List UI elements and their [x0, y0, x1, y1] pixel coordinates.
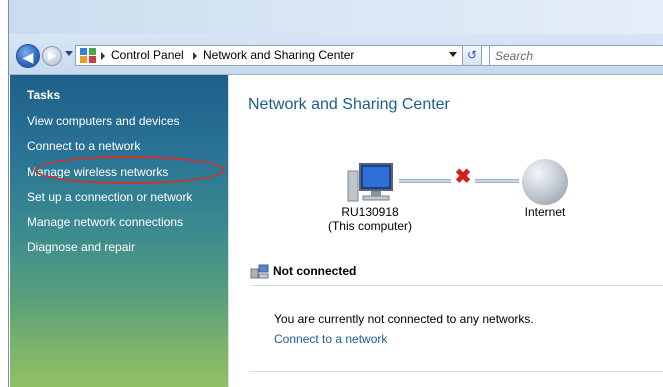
- task-manage-connections[interactable]: Manage network connections: [27, 215, 183, 229]
- breadcrumb-separator-icon[interactable]: [101, 52, 105, 60]
- section-divider: [250, 285, 663, 286]
- task-view-computers[interactable]: View computers and devices: [27, 114, 180, 128]
- network-sharing-window: ◀ ▶ Control Panel Network and Sharing Ce…: [8, 0, 663, 387]
- highlight-ellipse: [34, 156, 225, 184]
- task-setup-connection[interactable]: Set up a connection or network: [27, 190, 192, 204]
- computer-name-label: RU130918: [341, 205, 399, 219]
- back-arrow-icon[interactable]: ◀: [16, 44, 40, 68]
- tasks-pane: Tasks View computers and devices Connect…: [10, 75, 228, 387]
- globe-icon[interactable]: [522, 159, 568, 205]
- connection-status-text: You are currently not connected to any n…: [274, 312, 534, 326]
- control-panel-icon: [80, 48, 96, 63]
- main-content: Network and Sharing Center ✖ RU130918 (T…: [229, 75, 663, 387]
- search-input[interactable]: [495, 47, 655, 64]
- recent-pages-chevron-icon[interactable]: [65, 51, 73, 56]
- refresh-icon[interactable]: ↺: [462, 45, 482, 66]
- breadcrumb-network-sharing-center[interactable]: Network and Sharing Center: [203, 48, 354, 62]
- red-x-icon[interactable]: ✖: [453, 167, 473, 187]
- address-history-chevron-icon[interactable]: [449, 52, 457, 57]
- computer-note-label: (This computer): [327, 219, 413, 233]
- title-bar: [9, 0, 663, 34]
- task-connect-network[interactable]: Connect to a network: [27, 139, 140, 153]
- network-status-icon: [250, 264, 269, 279]
- navigation-bar: ◀ ▶ Control Panel Network and Sharing Ce…: [9, 34, 663, 75]
- breadcrumb-separator-icon[interactable]: [193, 52, 197, 60]
- forward-arrow-icon[interactable]: ▶: [42, 46, 62, 66]
- connection-line: [475, 179, 519, 183]
- search-box[interactable]: [489, 45, 663, 66]
- breadcrumb-control-panel[interactable]: Control Panel: [111, 48, 184, 62]
- connection-line: [399, 179, 451, 183]
- connect-network-link[interactable]: Connect to a network: [274, 332, 387, 346]
- page-title: Network and Sharing Center: [248, 96, 450, 113]
- section-divider: [250, 371, 663, 372]
- connection-status-title: Not connected: [273, 264, 357, 278]
- computer-icon[interactable]: [345, 161, 395, 205]
- internet-label: Internet: [524, 205, 566, 219]
- task-diagnose-repair[interactable]: Diagnose and repair: [27, 240, 135, 254]
- tasks-heading: Tasks: [27, 88, 61, 102]
